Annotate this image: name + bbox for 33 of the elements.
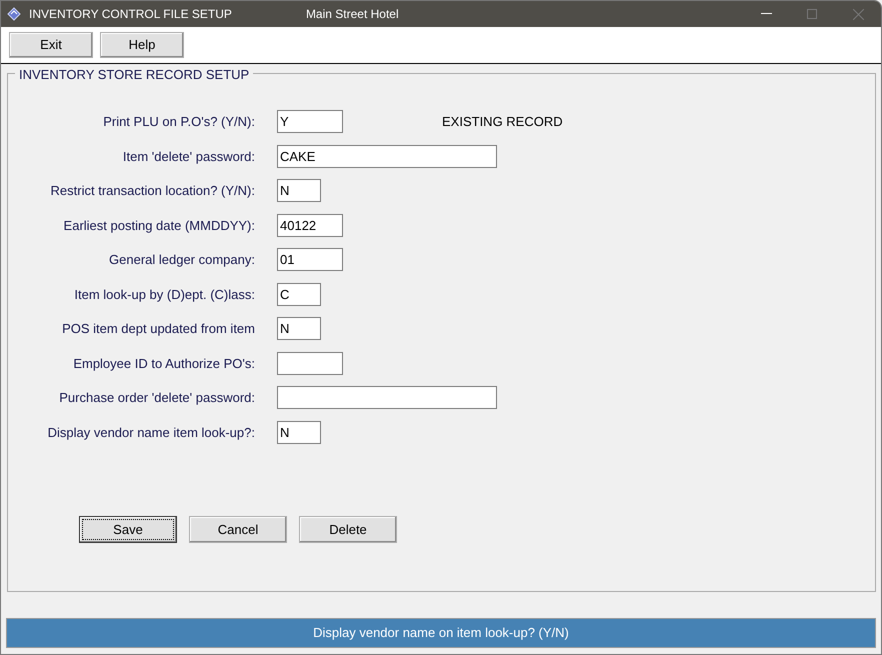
field-label: Item 'delete' password: [122,148,255,166]
action-button[interactable]: Save [79,516,177,543]
minimize-icon [760,13,772,15]
field-label: Earliest posting date (MMDDYY): [62,216,255,235]
toolbar-button[interactable]: Help [100,32,184,58]
input-field[interactable]: C [277,282,321,306]
record-status: EXISTING RECORD [442,113,563,131]
input-field[interactable]: N [277,420,321,444]
field-label: POS item dept updated from item [61,320,255,338]
input-field[interactable] [277,386,497,410]
app-icon [7,7,21,21]
action-button[interactable]: Delete [299,516,397,543]
input-field[interactable]: 01 [277,248,343,272]
input-field[interactable]: N [277,317,321,340]
maximize-icon [806,8,818,20]
field-label: Restrict transaction location? (Y/N): [50,182,255,200]
input-field[interactable]: CAKE [277,144,497,168]
window-subtitle: Main Street Hotel [306,6,399,23]
action-button[interactable]: Cancel [189,516,287,543]
field-label: General ledger company: [108,251,255,269]
input-field[interactable]: N [277,179,321,202]
input-field[interactable]: 40122 [277,214,343,237]
field-label: Employee ID to Authorize PO's: [72,354,255,373]
field-label: Item look-up by (D)ept. (C)lass: [73,286,255,304]
field-label: Purchase order 'delete' password: [58,389,255,407]
close-icon [852,8,864,20]
field-label: Display vendor name item look-up?: [46,424,255,442]
input-field[interactable]: Y [277,110,343,134]
window-title: INVENTORY CONTROL FILE SETUP [29,6,232,23]
input-field[interactable] [277,352,343,375]
status-bar: Display vendor name on item look-up? (Y/N) [6,618,876,648]
field-label: Print PLU on P.O's? (Y/N): [102,113,255,131]
toolbar-button[interactable]: Exit [9,32,93,58]
